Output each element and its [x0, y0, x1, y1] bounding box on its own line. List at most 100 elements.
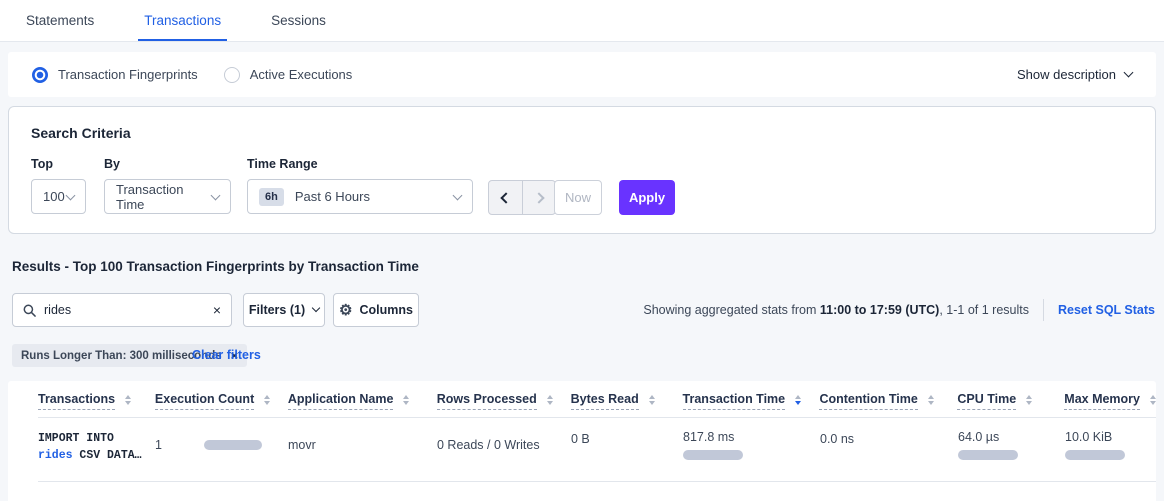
- column-header-contention-time[interactable]: Contention Time: [819, 392, 957, 410]
- column-header-cpu-time[interactable]: CPU Time: [957, 392, 1064, 410]
- cpu-time-cell: 64.0 µs: [958, 430, 1065, 460]
- time-range-pager: [488, 180, 556, 215]
- chevron-down-icon: [1124, 68, 1134, 78]
- transactions-table: Transactions Execution Count Application…: [8, 381, 1156, 501]
- radio-unselected-icon[interactable]: [224, 67, 240, 83]
- column-label: Max Memory: [1064, 392, 1140, 410]
- sort-icon[interactable]: [547, 395, 553, 405]
- column-label: Execution Count: [155, 392, 254, 410]
- tab-sessions[interactable]: Sessions: [269, 0, 328, 41]
- column-label: Bytes Read: [571, 392, 639, 410]
- column-header-execution-count[interactable]: Execution Count: [155, 392, 288, 410]
- time-range-select[interactable]: 6h Past 6 Hours: [247, 179, 473, 214]
- transaction-fingerprint-link[interactable]: IMPORT INTO rides CSV DATA…: [38, 430, 155, 464]
- search-criteria-card: Search Criteria Top 100 By Transaction T…: [8, 106, 1156, 234]
- transaction-time-value: 817.8 ms: [683, 430, 820, 444]
- transaction-time-bar: [683, 450, 743, 460]
- execution-count-value: 1: [155, 438, 162, 452]
- execution-count-bar: [204, 440, 262, 450]
- radio-active-executions[interactable]: Active Executions: [224, 67, 353, 83]
- transaction-time-cell: 817.8 ms: [683, 430, 820, 460]
- cpu-time-value: 64.0 µs: [958, 430, 1065, 444]
- clear-search-icon[interactable]: ×: [213, 303, 221, 317]
- columns-button[interactable]: ⚙ Columns: [333, 293, 419, 327]
- time-range-badge: 6h: [259, 188, 284, 206]
- by-label: By: [104, 157, 231, 171]
- previous-time-range-button[interactable]: [489, 181, 522, 214]
- column-header-transactions[interactable]: Transactions: [38, 392, 155, 410]
- apply-button[interactable]: Apply: [619, 180, 675, 215]
- filters-button[interactable]: Filters (1): [243, 293, 325, 327]
- contention-time-value: 0.0 ns: [820, 432, 854, 446]
- sort-icon[interactable]: [649, 395, 655, 405]
- aggregation-stats: Showing aggregated stats from 11:00 to 1…: [643, 293, 1155, 327]
- sort-icon[interactable]: [1026, 395, 1032, 405]
- sort-icon[interactable]: [125, 395, 131, 405]
- sort-icon[interactable]: [1150, 395, 1156, 405]
- sort-icon-active-desc[interactable]: [795, 395, 801, 405]
- transaction-statement-line2: rides CSV DATA…: [38, 447, 155, 464]
- sql-activity-tabbar: Statements Transactions Sessions: [0, 0, 1164, 42]
- column-header-application-name[interactable]: Application Name: [288, 392, 437, 410]
- now-button[interactable]: Now: [554, 180, 602, 215]
- chevron-down-icon: [211, 190, 221, 200]
- top-field: Top 100: [31, 157, 86, 214]
- tab-transactions[interactable]: Transactions: [142, 0, 223, 41]
- column-label: Transaction Time: [683, 392, 786, 410]
- table-header-row: Transactions Execution Count Application…: [38, 381, 1156, 418]
- column-label: Transactions: [38, 392, 115, 410]
- column-header-rows-processed[interactable]: Rows Processed: [437, 392, 571, 410]
- execution-count-cell: 1: [155, 438, 288, 452]
- radio-label: Active Executions: [250, 67, 353, 82]
- bytes-read-value: 0 B: [571, 432, 590, 446]
- next-time-range-button[interactable]: [522, 181, 555, 214]
- sort-icon[interactable]: [403, 395, 409, 405]
- column-header-transaction-time[interactable]: Transaction Time: [683, 392, 820, 410]
- radio-label: Transaction Fingerprints: [58, 67, 198, 82]
- column-label: CPU Time: [957, 392, 1016, 410]
- gear-icon: ⚙: [339, 303, 352, 318]
- column-label: Contention Time: [819, 392, 917, 410]
- vertical-divider: [1043, 299, 1044, 321]
- column-header-bytes-read[interactable]: Bytes Read: [571, 392, 683, 410]
- time-range-value: Past 6 Hours: [295, 189, 370, 204]
- search-criteria-title: Search Criteria: [31, 125, 131, 141]
- stats-time-range: 11:00 to 17:59 (UTC): [820, 303, 939, 317]
- max-memory-bar: [1065, 450, 1125, 460]
- results-heading: Results - Top 100 Transaction Fingerprin…: [12, 259, 419, 274]
- max-memory-cell: 10.0 KiB: [1065, 430, 1156, 460]
- sort-icon[interactable]: [264, 395, 270, 405]
- time-range-field: Time Range 6h Past 6 Hours: [247, 157, 473, 214]
- sort-icon[interactable]: [928, 395, 934, 405]
- table-row: IMPORT INTO rides CSV DATA… 1 movr 0 Rea…: [38, 418, 1156, 482]
- stats-suffix: , 1-1 of 1 results: [939, 303, 1029, 317]
- results-search-box[interactable]: ×: [12, 293, 232, 327]
- column-label: Application Name: [288, 392, 394, 410]
- top-select[interactable]: 100: [31, 179, 86, 214]
- column-label: Rows Processed: [437, 392, 537, 410]
- radio-selected-icon[interactable]: [32, 67, 48, 83]
- highlighted-table-name: rides: [38, 449, 73, 462]
- show-description-label: Show description: [1017, 67, 1116, 82]
- search-icon: [23, 304, 36, 317]
- stats-prefix: Showing aggregated stats from: [643, 303, 820, 317]
- chevron-down-icon: [453, 190, 463, 200]
- radio-transaction-fingerprints[interactable]: Transaction Fingerprints: [32, 67, 198, 83]
- reset-sql-stats-link[interactable]: Reset SQL Stats: [1058, 303, 1155, 317]
- max-memory-value: 10.0 KiB: [1065, 430, 1156, 444]
- top-label: Top: [31, 157, 86, 171]
- by-select[interactable]: Transaction Time: [104, 179, 231, 214]
- chevron-right-icon: [533, 192, 544, 203]
- tab-statements[interactable]: Statements: [24, 0, 96, 41]
- rows-processed-value: 0 Reads / 0 Writes: [437, 438, 540, 452]
- chevron-left-icon: [500, 192, 511, 203]
- by-select-value: Transaction Time: [116, 182, 212, 212]
- time-range-label: Time Range: [247, 157, 473, 171]
- show-description-toggle[interactable]: Show description: [1017, 67, 1132, 82]
- search-input[interactable]: [44, 303, 213, 317]
- column-header-max-memory[interactable]: Max Memory: [1064, 392, 1156, 410]
- statement-rest: CSV DATA…: [73, 449, 142, 462]
- cpu-time-bar: [958, 450, 1018, 460]
- clear-filters-link[interactable]: Clear filters: [192, 348, 261, 362]
- columns-button-label: Columns: [359, 303, 412, 317]
